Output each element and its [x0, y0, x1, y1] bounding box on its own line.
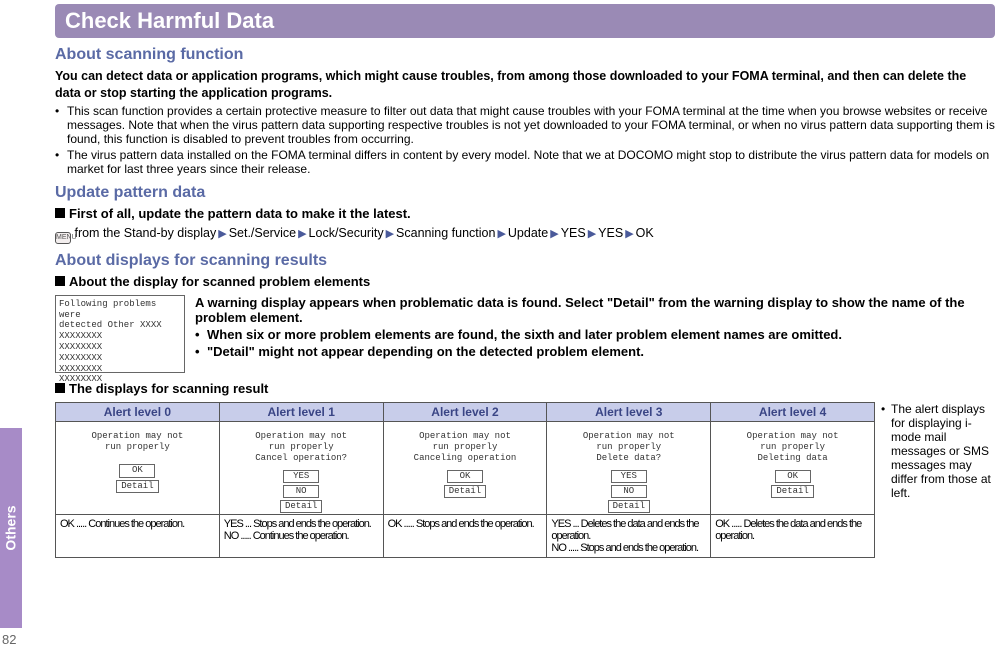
- ok-button: OK: [447, 470, 483, 483]
- warning-lead: A warning display appears when problemat…: [195, 295, 995, 325]
- chevron-right-icon: ▶: [296, 228, 308, 240]
- detail-button: Detail: [771, 485, 813, 498]
- alert-4-desc: OK ..... Deletes the data and ends the o…: [711, 515, 875, 558]
- ok-button: OK: [119, 464, 155, 477]
- alert-0-desc: OK ..... Continues the operation.: [56, 515, 220, 558]
- scanning-bullet-2: The virus pattern data installed on the …: [67, 148, 995, 176]
- alert-1-screenshot: Operation may not run properly Cancel op…: [219, 421, 383, 514]
- update-sub: First of all, update the pattern data to…: [55, 206, 995, 221]
- ok-button: OK: [775, 470, 811, 483]
- detail-button: Detail: [608, 500, 650, 513]
- bullet-dot: •: [195, 327, 207, 342]
- heading-update-pattern: Update pattern data: [55, 184, 995, 202]
- alert-1-desc: YES ... Stops and ends the operation.NO …: [219, 515, 383, 558]
- alert-3-screenshot: Operation may not run properly Delete da…: [547, 421, 711, 514]
- heading-scanning-function: About scanning function: [55, 46, 995, 64]
- alert-header-1: Alert level 1: [219, 402, 383, 421]
- alert-2-desc: OK ..... Stops and ends the operation.: [383, 515, 547, 558]
- chevron-right-icon: ▶: [216, 228, 228, 240]
- detail-button: Detail: [280, 500, 322, 513]
- no-button: NO: [611, 485, 647, 498]
- alert-0-screenshot: Operation may not run properlyOKDetail: [56, 421, 220, 514]
- menu-button-icon: MENU: [55, 232, 71, 244]
- chevron-right-icon: ▶: [548, 228, 560, 240]
- alert-header-2: Alert level 2: [383, 402, 547, 421]
- alert-header-4: Alert level 4: [711, 402, 875, 421]
- warning-bullet-1: When six or more problem elements are fo…: [207, 327, 995, 342]
- alert-4-screenshot: Operation may not run properly Deleting …: [711, 421, 875, 514]
- scanning-lead: You can detect data or application progr…: [55, 68, 995, 102]
- warning-bullet-2: "Detail" might not appear depending on t…: [207, 344, 995, 359]
- update-path: MENU from the Stand-by display▶Set./Serv…: [55, 225, 995, 244]
- bullet-dot: •: [195, 344, 207, 359]
- no-button: NO: [283, 485, 319, 498]
- alert-level-table: Alert level 0 Alert level 1 Alert level …: [55, 402, 875, 558]
- detail-button: Detail: [116, 480, 158, 493]
- section-tab-label: Others: [3, 505, 19, 550]
- warning-screenshot: Following problems were detected Other X…: [55, 295, 185, 373]
- page-title: Check Harmful Data: [55, 4, 995, 38]
- alert-3-desc: YES ... Deletes the data and ends the op…: [547, 515, 711, 558]
- detail-button: Detail: [444, 485, 486, 498]
- yes-button: YES: [283, 470, 319, 483]
- chevron-right-icon: ▶: [586, 228, 598, 240]
- displays-sub2: The displays for scanning result: [55, 381, 995, 396]
- chevron-right-icon: ▶: [623, 228, 635, 240]
- alert-header-0: Alert level 0: [56, 402, 220, 421]
- bullet-dot: •: [55, 148, 67, 176]
- heading-displays: About displays for scanning results: [55, 252, 995, 270]
- yes-button: YES: [611, 470, 647, 483]
- chevron-right-icon: ▶: [384, 228, 396, 240]
- bullet-dot: •: [55, 104, 67, 146]
- chevron-right-icon: ▶: [495, 228, 507, 240]
- page-number: 82: [2, 632, 16, 647]
- alert-header-3: Alert level 3: [547, 402, 711, 421]
- displays-sub1: About the display for scanned problem el…: [55, 274, 995, 289]
- side-note: •The alert displays for displaying i-mod…: [875, 402, 995, 558]
- scanning-bullet-1: This scan function provides a certain pr…: [67, 104, 995, 146]
- section-tab-others: Others: [0, 428, 22, 628]
- alert-2-screenshot: Operation may not run properly Canceling…: [383, 421, 547, 514]
